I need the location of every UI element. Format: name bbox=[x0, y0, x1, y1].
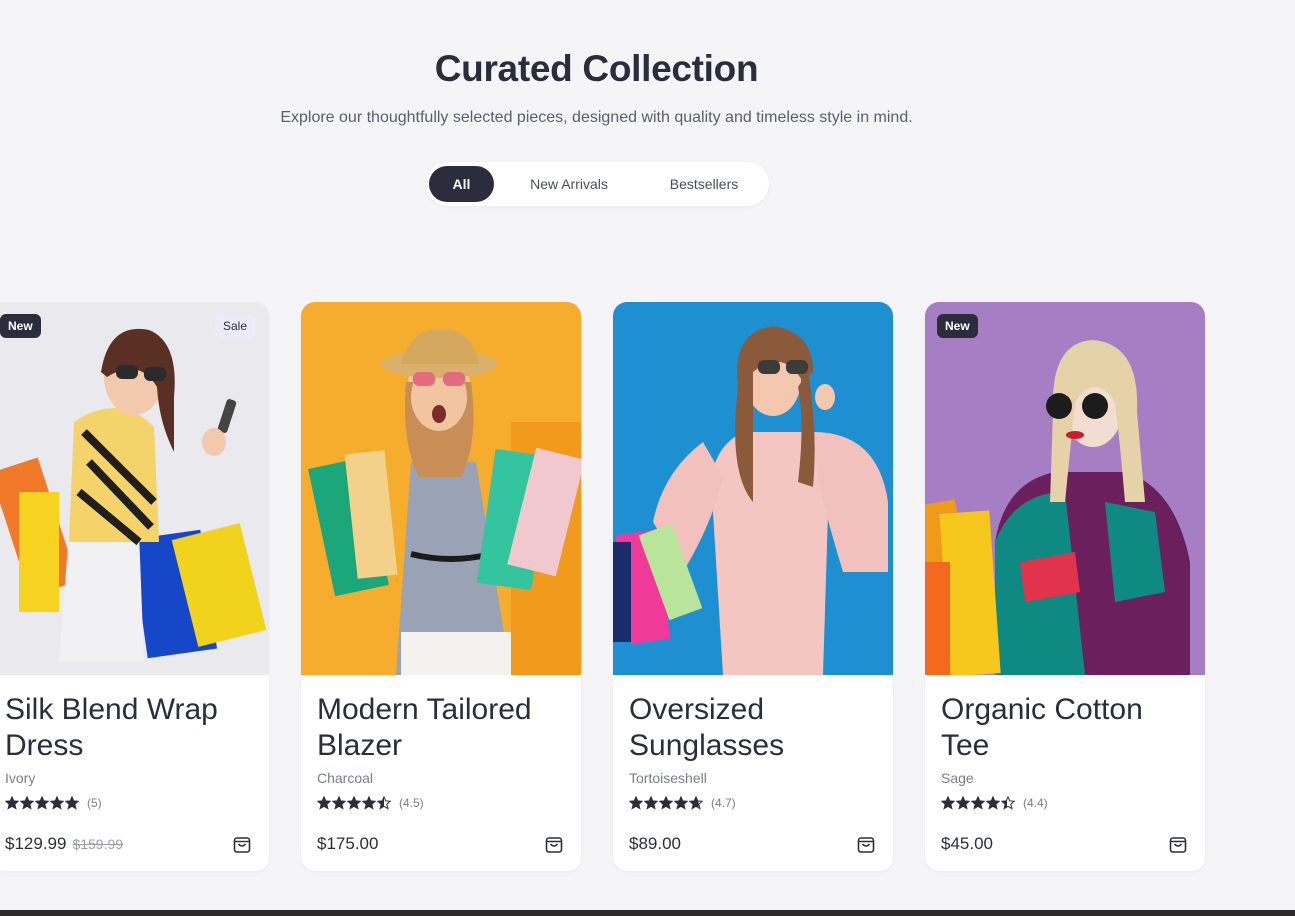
star-icon bbox=[332, 796, 346, 810]
filter-tabs: All New Arrivals Bestsellers bbox=[426, 162, 769, 206]
product-name[interactable]: Organic Cotton Tee bbox=[941, 692, 1191, 764]
star-icon bbox=[956, 796, 970, 810]
star-icon bbox=[659, 796, 673, 810]
footer-edge bbox=[0, 910, 1295, 916]
rating-count: (4.7) bbox=[711, 796, 736, 810]
star-icon bbox=[35, 796, 49, 810]
badge-new: New bbox=[937, 314, 978, 338]
star-icon bbox=[971, 796, 985, 810]
tab-new-arrivals[interactable]: New Arrivals bbox=[504, 166, 634, 202]
product-image[interactable] bbox=[613, 302, 893, 675]
product-price: $45.00 bbox=[941, 834, 993, 854]
product-color: Tortoiseshell bbox=[629, 770, 707, 786]
product-color: Sage bbox=[941, 770, 974, 786]
star-rating bbox=[629, 796, 703, 810]
shopping-bag-icon bbox=[233, 837, 251, 853]
product-image[interactable] bbox=[301, 302, 581, 675]
star-rating bbox=[317, 796, 391, 810]
product-name[interactable]: Silk Blend Wrap Dress bbox=[5, 692, 255, 764]
star-icon bbox=[50, 796, 64, 810]
tab-all[interactable]: All bbox=[429, 166, 494, 202]
product-rating: (4.5) bbox=[317, 795, 424, 811]
product-card[interactable]: Oversized Sunglasses Tortoiseshell (4.7)… bbox=[613, 302, 893, 871]
rating-count: (5) bbox=[87, 796, 102, 810]
star-icon bbox=[941, 796, 955, 810]
product-card[interactable]: New Organic Cotton Tee Sage (4.4) $45.00 bbox=[925, 302, 1205, 871]
star-icon bbox=[362, 796, 376, 810]
current-price: $45.00 bbox=[941, 834, 993, 853]
star-icon bbox=[377, 796, 391, 810]
current-price: $175.00 bbox=[317, 834, 379, 853]
product-price: $129.99 $159.99 bbox=[5, 834, 123, 854]
star-rating bbox=[5, 796, 79, 810]
star-icon bbox=[65, 796, 79, 810]
product-card[interactable]: Modern Tailored Blazer Charcoal (4.5) $1… bbox=[301, 302, 581, 871]
current-price: $89.00 bbox=[629, 834, 681, 853]
add-to-cart-button[interactable] bbox=[1167, 833, 1189, 855]
badge-sale: Sale bbox=[214, 314, 255, 338]
star-icon bbox=[1001, 796, 1015, 810]
shopping-bag-icon bbox=[1169, 837, 1187, 853]
star-rating bbox=[941, 796, 1015, 810]
page-subtitle: Explore our thoughtfully selected pieces… bbox=[280, 109, 913, 126]
star-icon bbox=[317, 796, 331, 810]
shopping-bag-icon bbox=[545, 837, 563, 853]
product-image[interactable]: New bbox=[925, 302, 1205, 675]
star-icon bbox=[986, 796, 1000, 810]
star-icon bbox=[20, 796, 34, 810]
rating-count: (4.5) bbox=[399, 796, 424, 810]
product-rating: (5) bbox=[5, 795, 102, 811]
product-collection-page: Curated Collection Explore our thoughtfu… bbox=[0, 0, 1295, 916]
star-icon bbox=[689, 796, 703, 810]
rating-count: (4.4) bbox=[1023, 796, 1048, 810]
star-icon bbox=[629, 796, 643, 810]
product-color: Charcoal bbox=[317, 770, 374, 786]
product-image[interactable]: New Sale bbox=[0, 302, 269, 675]
product-card[interactable]: New Sale Silk Blend Wrap Dress Ivory (5)… bbox=[0, 302, 269, 871]
product-color: Ivory bbox=[5, 770, 36, 786]
product-rating: (4.7) bbox=[629, 795, 736, 811]
current-price: $129.99 bbox=[5, 834, 67, 853]
original-price: $159.99 bbox=[72, 836, 124, 852]
add-to-cart-button[interactable] bbox=[231, 833, 253, 855]
product-name[interactable]: Modern Tailored Blazer bbox=[317, 692, 567, 764]
tab-bestsellers[interactable]: Bestsellers bbox=[644, 166, 764, 202]
star-icon bbox=[347, 796, 361, 810]
add-to-cart-button[interactable] bbox=[855, 833, 877, 855]
shopping-bag-icon bbox=[857, 837, 875, 853]
star-icon bbox=[644, 796, 658, 810]
badge-new: New bbox=[0, 314, 41, 338]
page-title: Curated Collection bbox=[434, 48, 759, 89]
product-price: $175.00 bbox=[317, 834, 378, 854]
product-price: $89.00 bbox=[629, 834, 681, 854]
product-name[interactable]: Oversized Sunglasses bbox=[629, 692, 879, 764]
product-rating: (4.4) bbox=[941, 795, 1048, 811]
add-to-cart-button[interactable] bbox=[543, 833, 565, 855]
star-icon bbox=[674, 796, 688, 810]
star-icon bbox=[5, 796, 19, 810]
